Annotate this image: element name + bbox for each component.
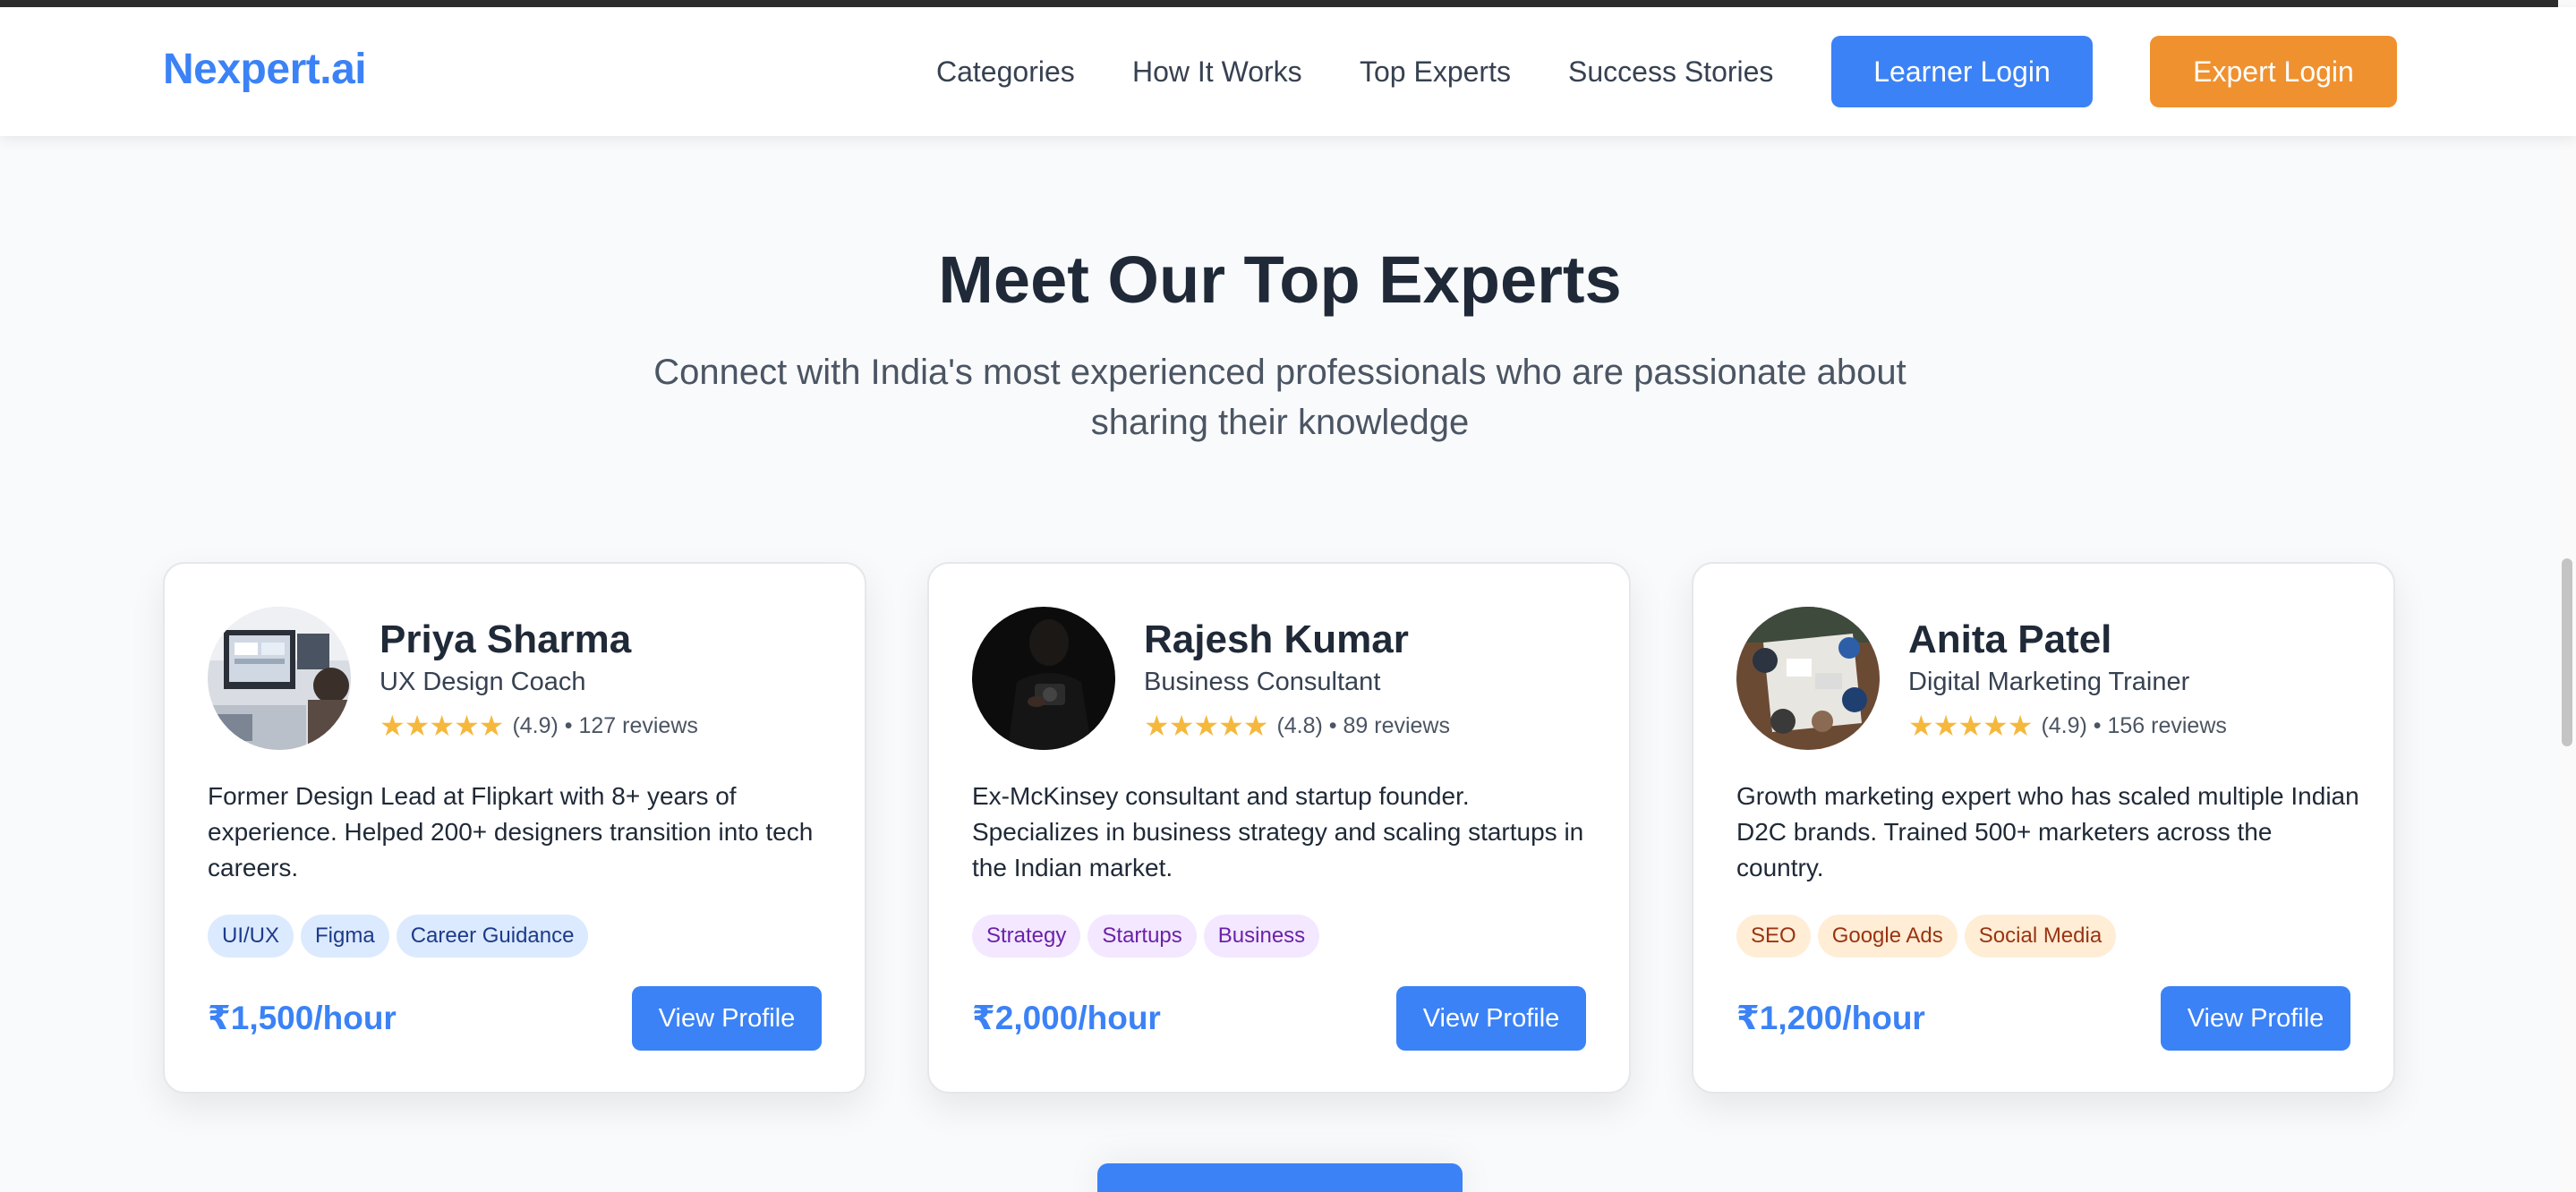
expert-card: Priya Sharma UX Design Coach ★★★★★ (4.9)… bbox=[163, 562, 866, 1094]
avatar bbox=[1736, 607, 1880, 750]
section-subtitle: Connect with India's most experienced pr… bbox=[653, 353, 1906, 442]
section-title: Meet Our Top Experts bbox=[938, 243, 1622, 317]
star-rating-icon: ★★★★★ bbox=[1144, 710, 1268, 742]
view-profile-button[interactable]: View Profile bbox=[632, 986, 822, 1051]
avatar bbox=[208, 607, 351, 750]
scrollbar-track[interactable] bbox=[2558, 0, 2576, 1192]
rating-text: (4.9) • 156 reviews bbox=[2041, 712, 2227, 738]
expert-role: Business Consultant bbox=[1144, 668, 1381, 696]
expert-name: Priya Sharma bbox=[380, 617, 632, 661]
expert-role: Digital Marketing Trainer bbox=[1908, 668, 2190, 696]
expert-card: Anita Patel Digital Marketing Trainer ★★… bbox=[1692, 562, 2395, 1094]
rating-row: ★★★★★ (4.9) • 156 reviews bbox=[1908, 709, 2227, 743]
rating-row: ★★★★★ (4.8) • 89 reviews bbox=[1144, 709, 1450, 743]
nav-link-success-stories[interactable]: Success Stories bbox=[1568, 55, 1773, 89]
tag: Google Ads bbox=[1817, 915, 1958, 958]
star-rating-icon: ★★★★★ bbox=[380, 710, 504, 742]
hourly-price: ₹2,000/hour bbox=[972, 1000, 1161, 1036]
tag: Figma bbox=[301, 915, 389, 958]
nav-link-categories[interactable]: Categories bbox=[936, 55, 1075, 89]
avatar bbox=[972, 607, 1115, 750]
expert-description: Former Design Lead at Flipkart with 8+ y… bbox=[208, 782, 814, 881]
navbar: Nexpert.ai Categories How It Works Top E… bbox=[0, 7, 2576, 136]
expert-name: Anita Patel bbox=[1908, 617, 2112, 661]
tag: SEO bbox=[1736, 915, 1811, 958]
tag-list: UI/UX Figma Career Guidance bbox=[208, 915, 589, 958]
expert-role: UX Design Coach bbox=[380, 668, 586, 696]
tag: Business bbox=[1203, 915, 1320, 958]
tag: Strategy bbox=[972, 915, 1081, 958]
expert-login-button[interactable]: Expert Login bbox=[2150, 36, 2397, 107]
hourly-price: ₹1,200/hour bbox=[1736, 1000, 1925, 1036]
tag: Social Media bbox=[1964, 915, 2117, 958]
expert-description: Ex-McKinsey consultant and startup found… bbox=[972, 782, 1584, 881]
tag: Startups bbox=[1088, 915, 1197, 958]
hourly-price: ₹1,500/hour bbox=[208, 1000, 397, 1036]
expert-card: Rajesh Kumar Business Consultant ★★★★★ (… bbox=[927, 562, 1631, 1094]
tag-list: Strategy Startups Business bbox=[972, 915, 1320, 958]
learner-login-button[interactable]: Learner Login bbox=[1831, 36, 2093, 107]
tag-list: SEO Google Ads Social Media bbox=[1736, 915, 2117, 958]
rating-text: (4.9) • 127 reviews bbox=[512, 712, 698, 738]
view-profile-button[interactable]: View Profile bbox=[1396, 986, 1586, 1051]
tag: UI/UX bbox=[208, 915, 294, 958]
expert-description: Growth marketing expert who has scaled m… bbox=[1736, 782, 2359, 881]
view-all-experts-button[interactable] bbox=[1097, 1163, 1463, 1192]
view-profile-button[interactable]: View Profile bbox=[2161, 986, 2350, 1051]
browser-top-strip bbox=[0, 0, 2576, 7]
nav-link-top-experts[interactable]: Top Experts bbox=[1360, 55, 1511, 89]
site-logo[interactable]: Nexpert.ai bbox=[163, 45, 367, 94]
nav-link-how-it-works[interactable]: How It Works bbox=[1132, 55, 1302, 89]
scrollbar-thumb[interactable] bbox=[2562, 558, 2572, 746]
star-rating-icon: ★★★★★ bbox=[1908, 710, 2033, 742]
expert-name: Rajesh Kumar bbox=[1144, 617, 1409, 661]
rating-text: (4.8) • 89 reviews bbox=[1276, 712, 1450, 738]
tag: Career Guidance bbox=[396, 915, 589, 958]
rating-row: ★★★★★ (4.9) • 127 reviews bbox=[380, 709, 698, 743]
